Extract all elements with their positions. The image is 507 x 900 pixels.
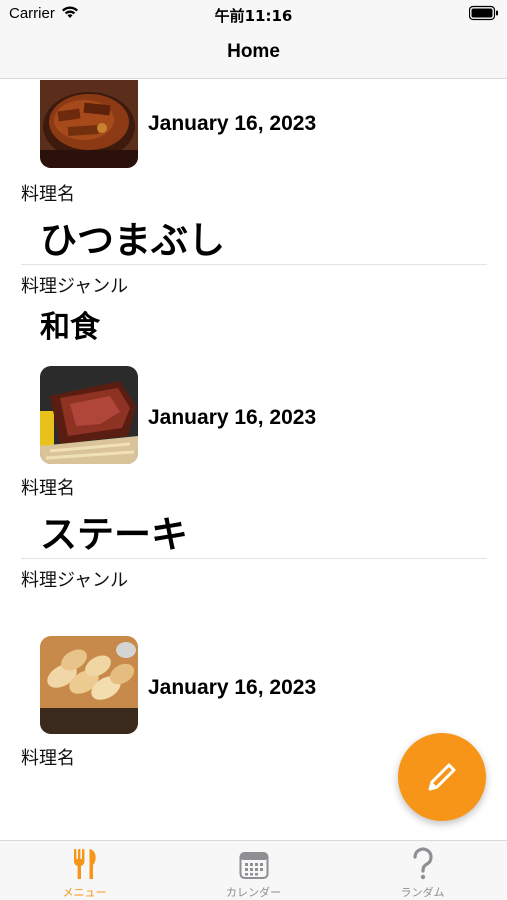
tab-bar: メニュー カレンダー ランダム	[0, 840, 507, 900]
entry-date: January 16, 2023	[148, 406, 317, 429]
genre-value: 和食	[40, 310, 100, 345]
page-title: Home	[227, 41, 280, 62]
status-bar: Carrier 午前11:16	[0, 0, 507, 28]
tab-menu-label: メニュー	[62, 886, 107, 899]
genre-label: 料理ジャンル	[21, 276, 129, 297]
genre-label: 料理ジャンル	[21, 570, 129, 591]
edit-button[interactable]	[398, 733, 486, 821]
status-time: 午前11:16	[214, 7, 293, 25]
question-mark-icon	[338, 847, 507, 881]
entry-date: January 16, 2023	[148, 112, 317, 135]
tab-random-label: ランダム	[400, 886, 445, 899]
dish-name-label: 料理名	[21, 184, 75, 205]
dish-name-label: 料理名	[21, 748, 75, 769]
tab-random[interactable]: ランダム	[338, 841, 507, 900]
menu-list[interactable]: January 16, 2023 料理名 ひつまぶし 料理ジャンル 和食 Jan…	[0, 80, 507, 840]
tab-calendar-label: カレンダー	[226, 886, 281, 899]
navigation-bar: Home	[0, 28, 507, 79]
food-photo-gyoza	[40, 636, 138, 734]
calendar-icon	[169, 847, 338, 881]
battery-icon	[468, 5, 499, 21]
tab-menu[interactable]: メニュー	[0, 841, 169, 900]
entry-date: January 16, 2023	[148, 676, 317, 699]
dish-name: ステーキ	[40, 513, 188, 556]
food-photo-steak	[40, 366, 138, 464]
divider	[21, 264, 487, 265]
fork-knife-icon	[0, 847, 169, 881]
dish-name-label: 料理名	[21, 478, 75, 499]
pencil-icon	[428, 763, 456, 791]
dish-name: ひつまぶし	[40, 219, 225, 262]
tab-calendar[interactable]: カレンダー	[169, 841, 338, 900]
divider	[21, 558, 487, 559]
food-photo-unagi	[40, 80, 138, 168]
